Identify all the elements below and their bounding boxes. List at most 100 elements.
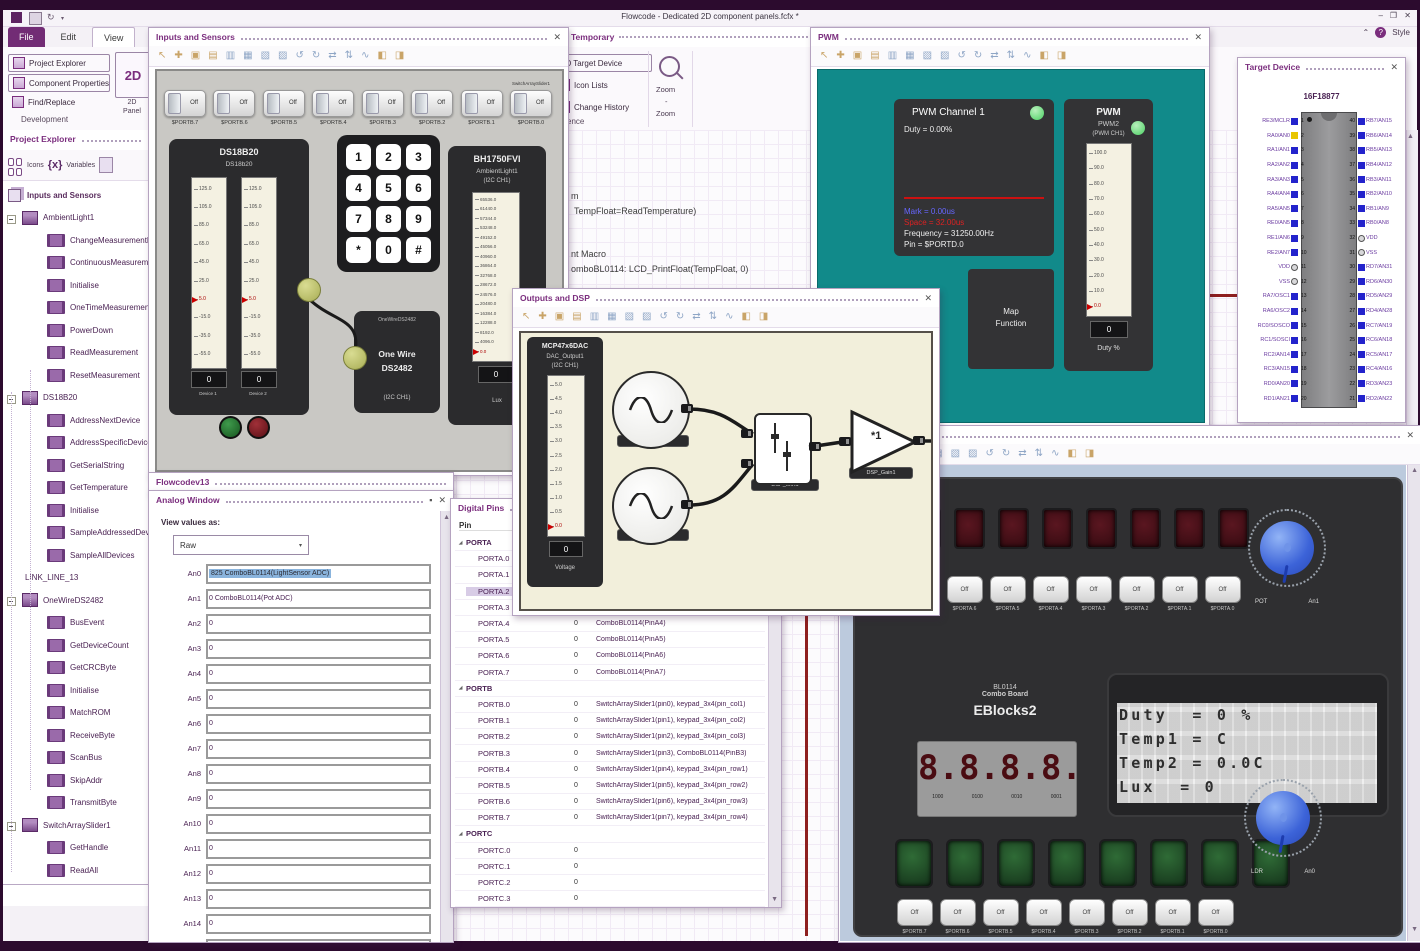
pin-square-icon[interactable]: [1358, 322, 1365, 330]
component-properties-button[interactable]: Component Properties: [8, 74, 110, 92]
close-icon[interactable]: ✕: [553, 32, 561, 43]
keypad-key[interactable]: 6: [406, 175, 431, 201]
tree-item[interactable]: GetTemperature: [3, 477, 148, 500]
push-switch[interactable]: Off $PORTA.2: [1115, 576, 1158, 612]
toolbar-icon[interactable]: ▣: [191, 51, 200, 61]
close-button[interactable]: ✕: [1404, 11, 1411, 20]
pin-square-icon[interactable]: [1291, 249, 1298, 257]
tree-item[interactable]: ContinuousMeasurement: [3, 252, 148, 275]
close-icon[interactable]: ✕: [1390, 62, 1398, 73]
toolbar-icon[interactable]: ↺: [660, 312, 668, 322]
switch-body[interactable]: Off: [1068, 899, 1105, 926]
toolbar-icon[interactable]: ▤: [870, 51, 879, 61]
analog-value-field[interactable]: 0: [206, 663, 431, 684]
toolbar-icon[interactable]: ◧: [741, 312, 750, 322]
toolbar-icon[interactable]: ▥: [590, 312, 599, 322]
analog-value-field[interactable]: 0: [206, 813, 431, 834]
close-icon[interactable]: ✕: [924, 293, 932, 304]
tree-item[interactable]: PowerDown: [3, 319, 148, 342]
switch-body[interactable]: Off: [262, 90, 305, 117]
pin-square-icon[interactable]: [1291, 132, 1298, 140]
tree-item[interactable]: GetSerialString: [3, 454, 148, 477]
pin-square-icon[interactable]: [1358, 219, 1365, 227]
push-switch[interactable]: Off $PORTA.5: [986, 576, 1029, 612]
map-function-block[interactable]: Map Function: [968, 269, 1054, 369]
tree-item[interactable]: LINK_LINE_13: [3, 567, 148, 590]
analog-value-field[interactable]: 0: [206, 863, 431, 884]
push-switch[interactable]: Off $PORTA.0: [1201, 576, 1244, 612]
toolbar-icon[interactable]: ▧: [261, 51, 270, 61]
scroll-down-icon[interactable]: ▼: [771, 896, 778, 903]
dac-voltage-slider[interactable]: 5.0 4.5 4.0 3.5 3.0 2.5 2.0 1.5 1.0 0.5 0.0: [547, 375, 585, 537]
toolbar-icon[interactable]: ∿: [361, 51, 369, 61]
pin-square-icon[interactable]: [1358, 161, 1365, 169]
toolbar-icon[interactable]: ⇅: [1035, 449, 1043, 459]
keypad-key[interactable]: #: [406, 237, 431, 263]
analog-value-field[interactable]: 0: [206, 838, 431, 859]
tree-item[interactable]: Initialise: [3, 274, 148, 297]
push-switch[interactable]: Off $PORTA.4: [1029, 576, 1072, 612]
tree-item[interactable]: ChangeMeasurementMode: [3, 229, 148, 252]
push-switch[interactable]: Off $PORTB.6: [936, 899, 979, 935]
switch-body[interactable]: Off: [1111, 899, 1148, 926]
switch-body[interactable]: Off: [1197, 899, 1234, 926]
expander-icon[interactable]: [455, 831, 466, 837]
tree-item[interactable]: ReadMeasurement: [3, 342, 148, 365]
toolbar-icon[interactable]: ✚: [174, 51, 182, 61]
push-switch[interactable]: Off $PORTA.1: [1158, 576, 1201, 612]
pin-square-icon[interactable]: [1358, 205, 1365, 213]
red-button[interactable]: [247, 416, 270, 439]
close-icon[interactable]: ✕: [1406, 430, 1414, 441]
keypad-key[interactable]: 4: [346, 175, 371, 201]
pot-knob[interactable]: POT An1: [1245, 509, 1329, 605]
push-switch[interactable]: Off $PORTB.4: [1022, 899, 1065, 935]
toolbar-icon[interactable]: ↺: [958, 51, 966, 61]
toolbar-icon[interactable]: ↖: [820, 51, 828, 61]
switch-body[interactable]: Off: [164, 90, 206, 117]
dsp-wave1-node[interactable]: [612, 371, 690, 449]
tree-item[interactable]: BusEvent: [3, 612, 148, 635]
digital-pin-row[interactable]: PORTB.5 0 SwitchArraySlider1(pin5), keyp…: [455, 778, 765, 794]
toolbar-icon[interactable]: ∿: [1051, 449, 1059, 459]
push-switch[interactable]: Off $PORTA.3: [1072, 576, 1115, 612]
toolbar-icon[interactable]: ▦: [243, 51, 252, 61]
scroll-up-icon[interactable]: ▲: [443, 514, 450, 521]
pin-square-icon[interactable]: [1291, 292, 1298, 300]
tree-item[interactable]: TransmitByte: [3, 792, 148, 815]
pin-square-icon[interactable]: [1358, 132, 1365, 140]
scroll-up-icon[interactable]: ▲: [1407, 133, 1414, 140]
zoom-out-button[interactable]: Zoom: [656, 109, 675, 118]
switch-body[interactable]: Off: [361, 90, 404, 117]
digital-pin-row[interactable]: PORTA.6 0 ComboBL0114(PinA6): [455, 648, 765, 665]
variables-icon[interactable]: {x}: [48, 159, 63, 171]
switch-body[interactable]: Off: [1118, 576, 1155, 603]
tree-item[interactable]: DS18B20: [3, 387, 148, 410]
toolbar-icon[interactable]: ◨: [759, 312, 768, 322]
tree-item[interactable]: OneWireDS2482: [3, 589, 148, 612]
close-icon[interactable]: ✕: [438, 495, 446, 506]
toolbar-icon[interactable]: ▧: [923, 51, 932, 61]
digital-pin-row[interactable]: PORTB.3 0 SwitchArraySlider1(pin3), Comb…: [455, 745, 765, 762]
toolbar-icon[interactable]: ▤: [208, 51, 217, 61]
switch-body[interactable]: Off: [1154, 899, 1191, 926]
toggle-switch[interactable]: Off $PORTB.2: [409, 90, 455, 126]
toolbar-icon[interactable]: ▣: [555, 312, 564, 322]
zoom-in-button[interactable]: Zoom: [656, 85, 675, 94]
project-explorer-button[interactable]: Project Explorer: [8, 54, 110, 72]
pin-square-icon[interactable]: [1358, 263, 1365, 271]
tree-item[interactable]: GetCRCByte: [3, 657, 148, 680]
digital-pin-row[interactable]: PORTB.0 0 SwitchArraySlider1(pin0), keyp…: [455, 697, 765, 714]
pin-square-icon[interactable]: [1291, 351, 1298, 359]
tree-item[interactable]: GetHandle: [3, 837, 148, 860]
toolbar-icon[interactable]: ▥: [888, 51, 897, 61]
ldr-knob[interactable]: LDR An0: [1241, 779, 1325, 875]
switch-body[interactable]: Off: [982, 899, 1019, 926]
digital-pin-row[interactable]: PORTA.7 0 ComboBL0114(PinA7): [455, 665, 765, 681]
pin-square-icon[interactable]: [1291, 205, 1298, 213]
toggle-switch[interactable]: Off $PORTB.6: [211, 90, 257, 126]
tree-item[interactable]: Inputs and Sensors: [3, 184, 148, 207]
toolbar-icon[interactable]: ⇄: [990, 51, 998, 61]
switch-body[interactable]: Off: [1075, 576, 1112, 603]
ribbon-tab[interactable]: File: [8, 27, 45, 47]
pin-square-icon[interactable]: [1358, 146, 1365, 154]
